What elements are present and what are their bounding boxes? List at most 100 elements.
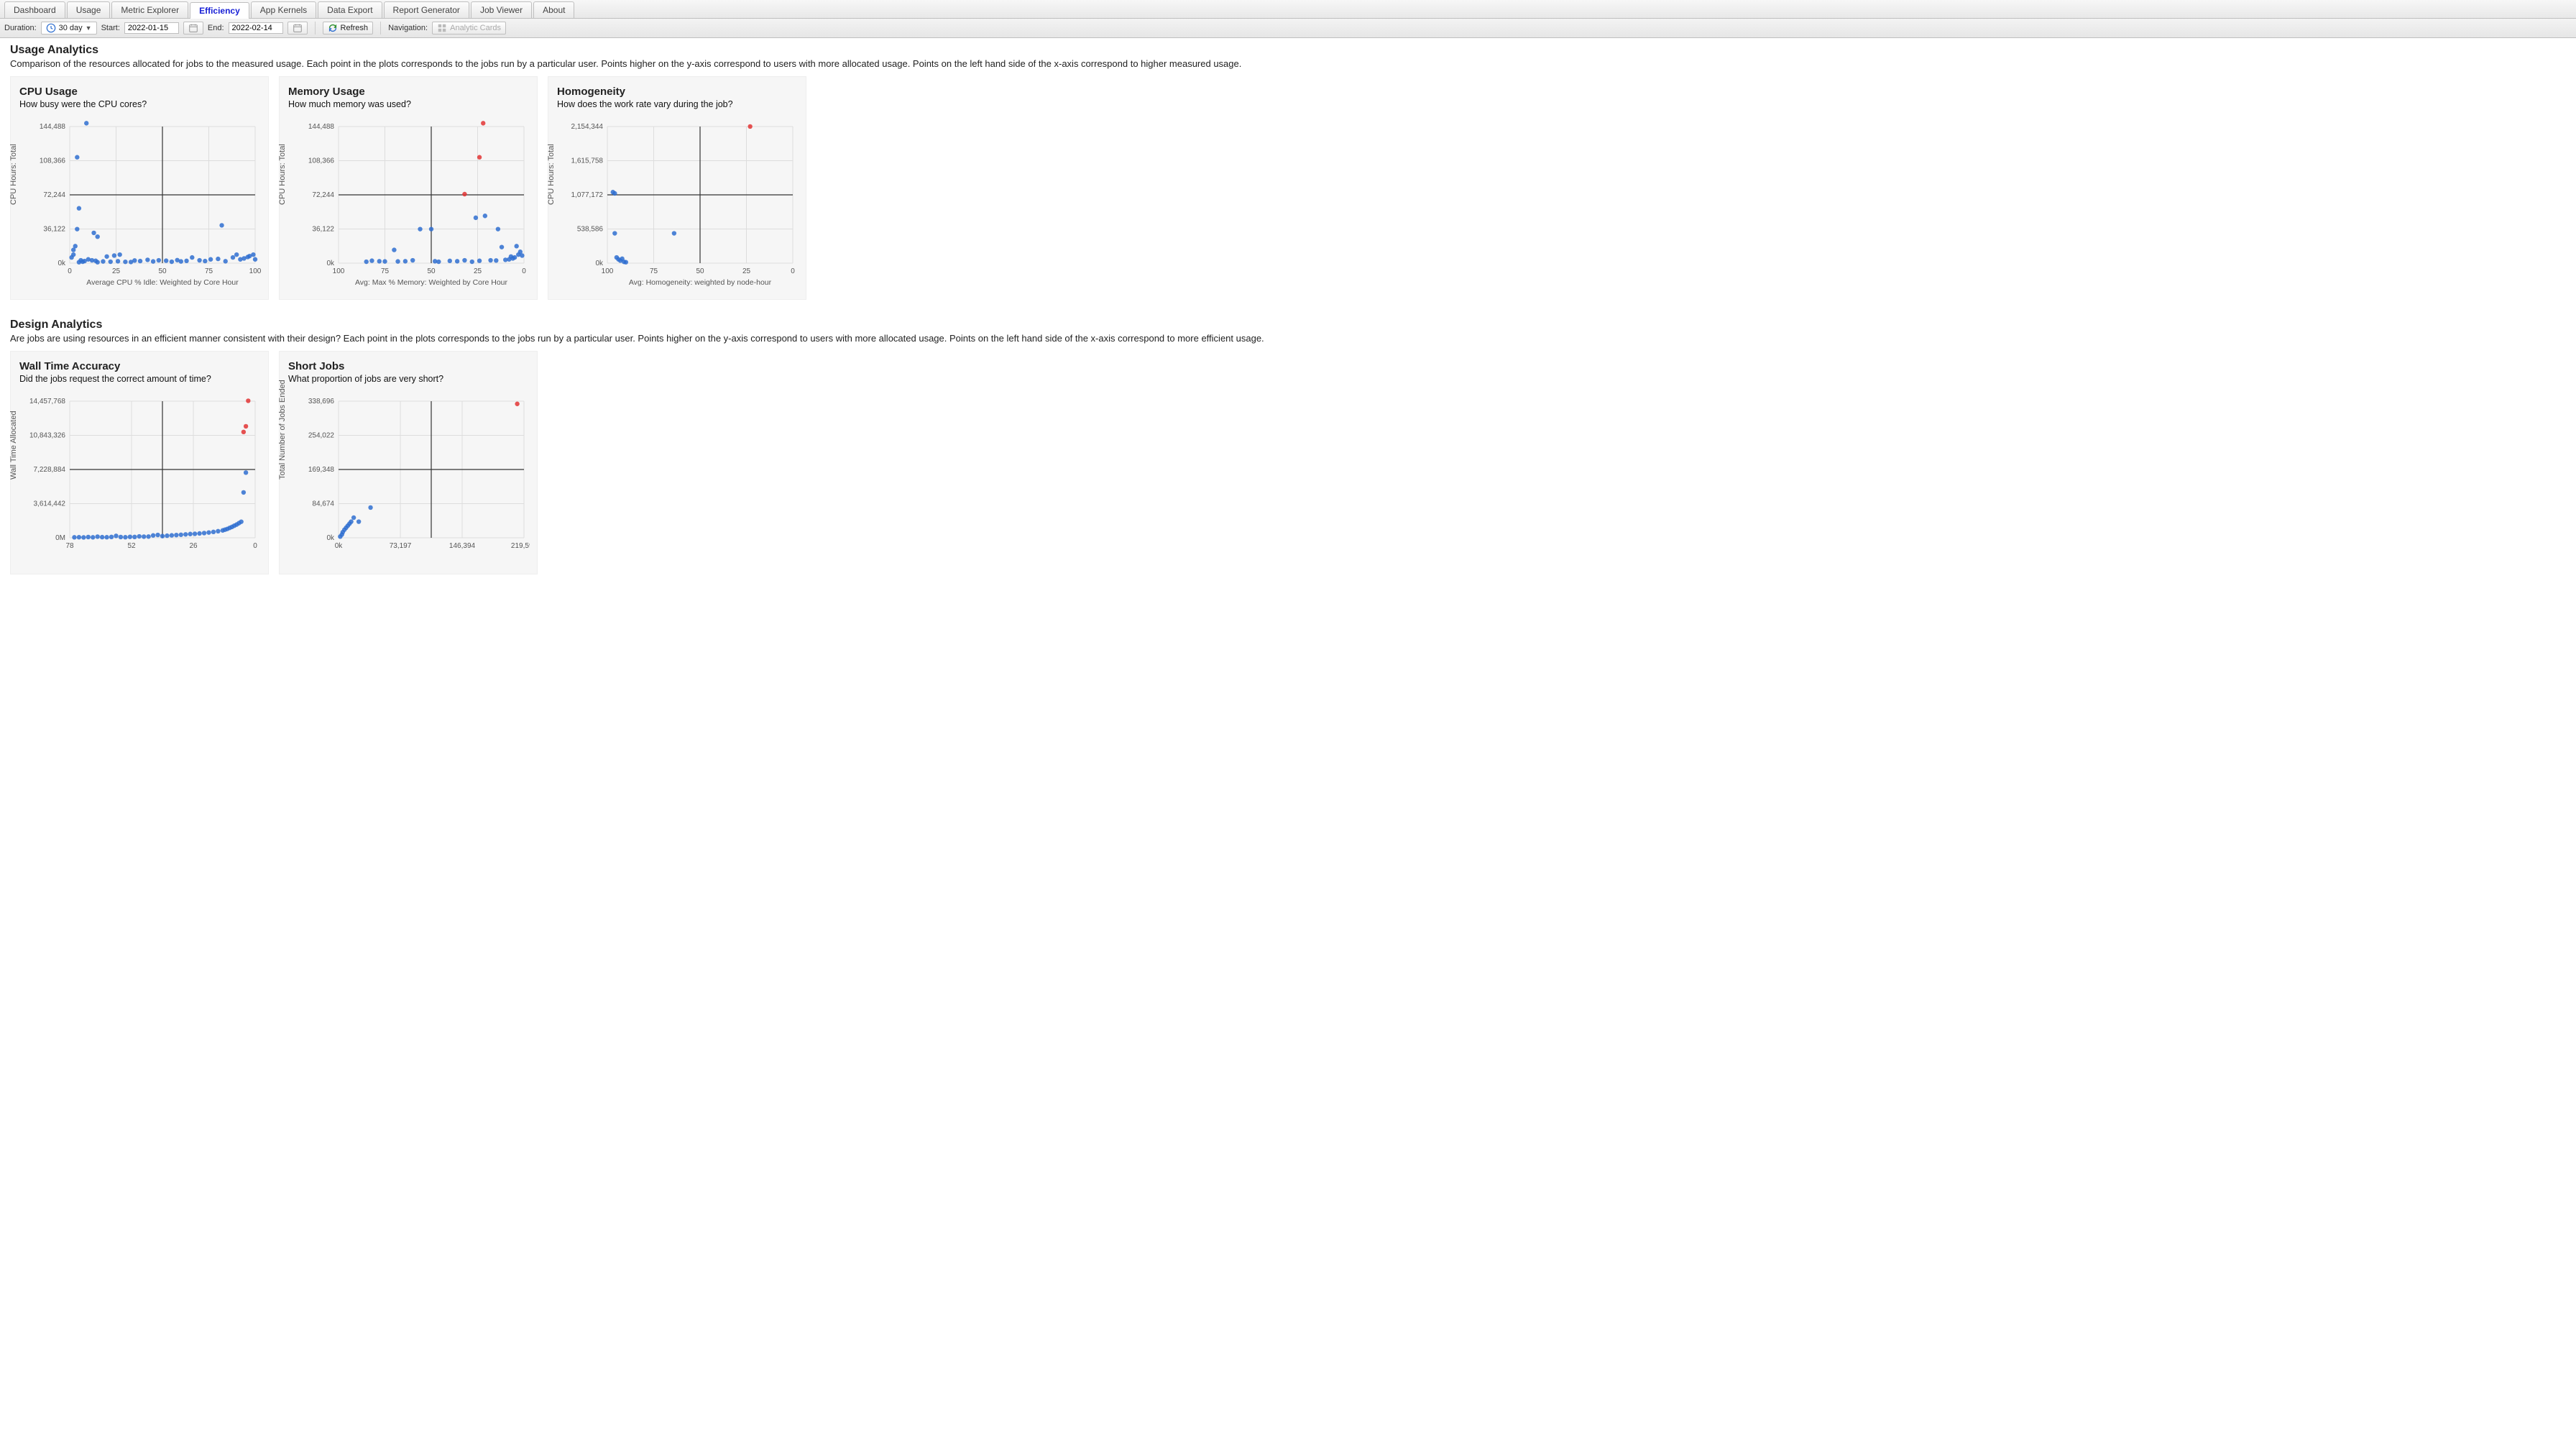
svg-text:1,077,172: 1,077,172 (571, 191, 604, 199)
navigation-button[interactable]: Analytic Cards (432, 22, 506, 35)
section-desc: Are jobs are using resources in an effic… (10, 333, 2566, 345)
usage-analytics-section: Usage Analytics Comparison of the resour… (0, 38, 2576, 70)
y-axis-label: CPU Hours: Total (278, 144, 287, 205)
refresh-icon (328, 23, 338, 33)
tab-about[interactable]: About (533, 1, 574, 18)
svg-text:25: 25 (742, 267, 751, 275)
svg-text:538,586: 538,586 (577, 225, 604, 233)
svg-text:0k: 0k (326, 534, 335, 542)
svg-text:26: 26 (189, 542, 198, 550)
svg-text:72,244: 72,244 (43, 191, 65, 199)
clock-icon (46, 23, 56, 33)
svg-text:52: 52 (127, 542, 136, 550)
svg-text:0: 0 (68, 267, 72, 275)
svg-text:108,366: 108,366 (40, 157, 66, 165)
svg-text:0k: 0k (595, 260, 604, 267)
tab-bar: DashboardUsageMetric ExplorerEfficiencyA… (0, 0, 2576, 19)
card-short-jobs[interactable]: Short Jobs What proportion of jobs are v… (279, 351, 538, 574)
y-axis-label: CPU Hours: Total (547, 144, 556, 205)
svg-text:50: 50 (427, 267, 436, 275)
plot-short-jobs: Total Number of Jobs Ended0k84,674169,34… (288, 390, 530, 569)
svg-text:73,197: 73,197 (390, 542, 412, 550)
svg-text:1,615,758: 1,615,758 (571, 157, 604, 165)
svg-text:10,843,326: 10,843,326 (29, 431, 65, 439)
card-homogeneity[interactable]: Homogeneity How does the work rate vary … (548, 76, 806, 300)
card-title: Short Jobs (288, 360, 528, 372)
svg-text:144,488: 144,488 (40, 123, 66, 131)
y-axis-label: Total Number of Jobs Ended (278, 380, 287, 480)
plot-homogeneity: CPU Hours: Total0k538,5861,077,1721,615,… (557, 115, 799, 295)
usage-cards-row: CPU Usage How busy were the CPU cores? C… (0, 76, 2576, 313)
card-subtitle: How much memory was used? (288, 99, 528, 109)
svg-text:219,591: 219,591 (511, 542, 530, 550)
refresh-button[interactable]: Refresh (323, 22, 374, 35)
svg-text:144,488: 144,488 (308, 123, 335, 131)
svg-text:169,348: 169,348 (308, 466, 335, 474)
card-memory-usage[interactable]: Memory Usage How much memory was used? C… (279, 76, 538, 300)
tab-metric-explorer[interactable]: Metric Explorer (111, 1, 188, 18)
y-axis-label: CPU Hours: Total (9, 144, 18, 205)
svg-text:14,457,768: 14,457,768 (29, 398, 65, 405)
y-axis-label: Wall Time Allocated (9, 411, 18, 480)
tab-app-kernels[interactable]: App Kernels (251, 1, 316, 18)
svg-text:100: 100 (333, 267, 345, 275)
card-cpu-usage[interactable]: CPU Usage How busy were the CPU cores? C… (10, 76, 269, 300)
tab-data-export[interactable]: Data Export (318, 1, 382, 18)
end-date-picker[interactable] (288, 22, 308, 35)
svg-text:0: 0 (253, 542, 257, 550)
start-label: Start: (101, 24, 120, 32)
svg-text:84,674: 84,674 (312, 500, 334, 508)
start-date-input[interactable] (124, 22, 179, 34)
svg-text:0k: 0k (335, 542, 344, 550)
svg-text:36,122: 36,122 (312, 225, 334, 233)
duration-dropdown[interactable]: 30 day ▼ (41, 22, 97, 35)
svg-text:146,394: 146,394 (449, 542, 476, 550)
design-cards-row: Wall Time Accuracy Did the jobs request … (0, 351, 2576, 587)
duration-label: Duration: (4, 24, 37, 32)
svg-text:0: 0 (791, 267, 795, 275)
tab-efficiency[interactable]: Efficiency (190, 2, 249, 19)
end-label: End: (208, 24, 224, 32)
calendar-icon (293, 23, 303, 33)
svg-text:Avg: Max % Memory: Weighted by: Avg: Max % Memory: Weighted by Core Hour (355, 278, 508, 287)
svg-text:25: 25 (474, 267, 482, 275)
start-date-picker[interactable] (183, 22, 203, 35)
svg-text:36,122: 36,122 (43, 225, 65, 233)
end-date-input[interactable] (229, 22, 283, 34)
grid-icon (437, 23, 447, 33)
card-subtitle: How busy were the CPU cores? (19, 99, 259, 109)
card-title: Memory Usage (288, 86, 528, 98)
tab-dashboard[interactable]: Dashboard (4, 1, 65, 18)
svg-text:3,614,442: 3,614,442 (34, 500, 66, 508)
svg-text:0k: 0k (326, 260, 335, 267)
svg-text:0: 0 (522, 267, 526, 275)
svg-text:25: 25 (112, 267, 121, 275)
tab-job-viewer[interactable]: Job Viewer (471, 1, 532, 18)
svg-text:75: 75 (205, 267, 213, 275)
navigation-label: Navigation: (388, 24, 428, 32)
svg-text:7,228,884: 7,228,884 (34, 466, 66, 474)
svg-text:0M: 0M (55, 534, 65, 542)
toolbar: Duration: 30 day ▼ Start: End: Refresh N… (0, 19, 2576, 38)
svg-text:0k: 0k (58, 260, 66, 267)
svg-text:50: 50 (158, 267, 167, 275)
svg-text:108,366: 108,366 (308, 157, 335, 165)
tab-report-generator[interactable]: Report Generator (384, 1, 469, 18)
card-subtitle: What proportion of jobs are very short? (288, 374, 528, 384)
svg-text:50: 50 (696, 267, 704, 275)
svg-text:75: 75 (381, 267, 390, 275)
section-title: Design Analytics (10, 319, 2566, 331)
svg-text:2,154,344: 2,154,344 (571, 123, 604, 131)
svg-text:Average CPU % Idle: Weighted b: Average CPU % Idle: Weighted by Core Hou… (86, 278, 239, 287)
svg-text:254,022: 254,022 (308, 431, 335, 439)
section-desc: Comparison of the resources allocated fo… (10, 58, 2566, 70)
svg-text:Avg: Homogeneity: weighted by: Avg: Homogeneity: weighted by node-hour (629, 278, 772, 287)
svg-text:100: 100 (249, 267, 261, 275)
card-subtitle: How does the work rate vary during the j… (557, 99, 797, 109)
tab-usage[interactable]: Usage (67, 1, 111, 18)
svg-text:72,244: 72,244 (312, 191, 334, 199)
plot-memory: CPU Hours: Total0k36,12272,244108,366144… (288, 115, 530, 295)
svg-text:78: 78 (65, 542, 74, 550)
svg-text:75: 75 (650, 267, 658, 275)
card-wall-time[interactable]: Wall Time Accuracy Did the jobs request … (10, 351, 269, 574)
